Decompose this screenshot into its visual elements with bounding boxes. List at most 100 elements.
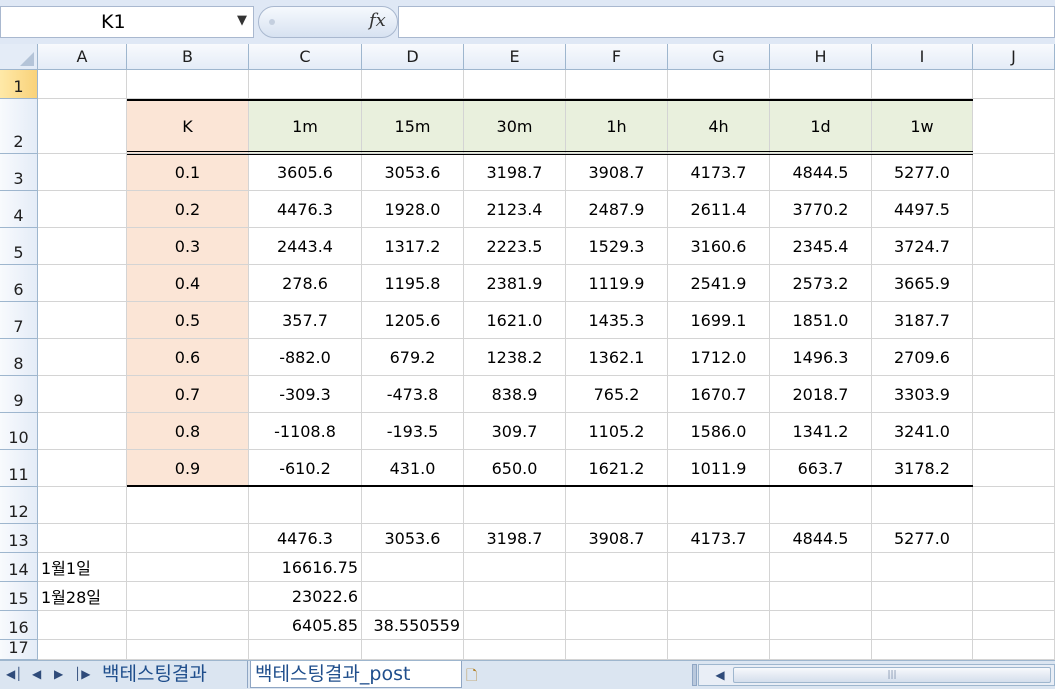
table-cell[interactable]: 3178.2: [872, 450, 973, 487]
table-cell[interactable]: 1205.6: [362, 302, 464, 339]
grid-cell[interactable]: [38, 265, 127, 302]
grid-cell[interactable]: [770, 553, 872, 582]
grid-cell[interactable]: [38, 640, 127, 660]
table-cell[interactable]: 2709.6: [872, 339, 973, 376]
max-value-cell[interactable]: 4844.5: [770, 524, 872, 553]
table-cell[interactable]: 679.2: [362, 339, 464, 376]
grid-cell[interactable]: [127, 582, 249, 611]
table-cell[interactable]: 1928.0: [362, 191, 464, 228]
grid-cell[interactable]: [973, 553, 1055, 582]
timeframe-header-cell[interactable]: 30m: [464, 99, 566, 154]
grid-cell[interactable]: [566, 611, 668, 640]
grid-cell[interactable]: [127, 70, 249, 99]
row-header[interactable]: 12: [0, 487, 38, 524]
table-cell[interactable]: 2611.4: [668, 191, 770, 228]
grid-cell[interactable]: [973, 99, 1055, 154]
grid-cell[interactable]: [668, 70, 770, 99]
grid-cell[interactable]: [127, 553, 249, 582]
scroll-left-icon[interactable]: ◀: [711, 665, 729, 685]
table-cell[interactable]: -610.2: [249, 450, 362, 487]
max-value-cell[interactable]: 4476.3: [249, 524, 362, 553]
grid-cell[interactable]: [249, 640, 362, 660]
grid-cell[interactable]: [464, 487, 566, 524]
column-header[interactable]: D: [362, 44, 464, 70]
table-cell[interactable]: 1496.3: [770, 339, 872, 376]
grid-cell[interactable]: [38, 413, 127, 450]
grid-cell[interactable]: [872, 553, 973, 582]
grid-cell[interactable]: [973, 70, 1055, 99]
grid-cell[interactable]: [362, 70, 464, 99]
column-header[interactable]: G: [668, 44, 770, 70]
grid-cell[interactable]: [973, 487, 1055, 524]
table-cell[interactable]: 3908.7: [566, 154, 668, 191]
table-cell[interactable]: 1621.0: [464, 302, 566, 339]
grid-cell[interactable]: [872, 487, 973, 524]
row-header[interactable]: 13: [0, 524, 38, 553]
row-header[interactable]: 8: [0, 339, 38, 376]
grid-cell[interactable]: [362, 553, 464, 582]
tab-split-handle[interactable]: [692, 664, 697, 686]
grid-cell[interactable]: [38, 450, 127, 487]
table-cell[interactable]: 2345.4: [770, 228, 872, 265]
grid-cell[interactable]: [38, 228, 127, 265]
grid-cell[interactable]: [770, 487, 872, 524]
row-header[interactable]: 11: [0, 450, 38, 487]
row-header[interactable]: 5: [0, 228, 38, 265]
table-cell[interactable]: -309.3: [249, 376, 362, 413]
grid-cell[interactable]: [464, 640, 566, 660]
grid-cell[interactable]: [566, 582, 668, 611]
grid-cell[interactable]: [973, 228, 1055, 265]
max-value-cell[interactable]: 3908.7: [566, 524, 668, 553]
k-value-cell[interactable]: 0.8: [127, 413, 249, 450]
grid-cell[interactable]: [668, 611, 770, 640]
max-value-cell[interactable]: 4173.7: [668, 524, 770, 553]
grid-cell[interactable]: [566, 487, 668, 524]
number-cell[interactable]: 38.550559: [362, 611, 464, 640]
table-cell[interactable]: 1341.2: [770, 413, 872, 450]
table-cell[interactable]: 2573.2: [770, 265, 872, 302]
grid-cell[interactable]: [668, 487, 770, 524]
table-cell[interactable]: -882.0: [249, 339, 362, 376]
grid-cell[interactable]: [127, 640, 249, 660]
table-cell[interactable]: -473.8: [362, 376, 464, 413]
table-cell[interactable]: 3303.9: [872, 376, 973, 413]
table-cell[interactable]: 1529.3: [566, 228, 668, 265]
table-cell[interactable]: 1621.2: [566, 450, 668, 487]
number-cell[interactable]: 16616.75: [249, 553, 362, 582]
grid-cell[interactable]: [668, 640, 770, 660]
table-cell[interactable]: 1105.2: [566, 413, 668, 450]
last-sheet-icon[interactable]: │▶: [74, 667, 90, 681]
max-value-cell[interactable]: 3053.6: [362, 524, 464, 553]
k-value-cell[interactable]: 0.5: [127, 302, 249, 339]
formula-input[interactable]: [398, 6, 1055, 38]
table-cell[interactable]: 5277.0: [872, 154, 973, 191]
k-value-cell[interactable]: 0.1: [127, 154, 249, 191]
table-cell[interactable]: -193.5: [362, 413, 464, 450]
k-value-cell[interactable]: 0.7: [127, 376, 249, 413]
grid-cell[interactable]: [464, 553, 566, 582]
column-header[interactable]: F: [566, 44, 668, 70]
table-cell[interactable]: 3187.7: [872, 302, 973, 339]
grid-cell[interactable]: [973, 640, 1055, 660]
grid-cell[interactable]: [464, 70, 566, 99]
grid-cell[interactable]: [249, 487, 362, 524]
table-cell[interactable]: 1119.9: [566, 265, 668, 302]
grid-cell[interactable]: [38, 524, 127, 553]
grid-cell[interactable]: [362, 640, 464, 660]
date-label-cell[interactable]: 1월28일: [38, 582, 127, 611]
table-cell[interactable]: 4476.3: [249, 191, 362, 228]
grid-cell[interactable]: [566, 70, 668, 99]
table-cell[interactable]: 4497.5: [872, 191, 973, 228]
grid-cell[interactable]: [973, 450, 1055, 487]
table-cell[interactable]: 838.9: [464, 376, 566, 413]
table-cell[interactable]: 3241.0: [872, 413, 973, 450]
grid-cell[interactable]: [770, 70, 872, 99]
column-header[interactable]: C: [249, 44, 362, 70]
name-box[interactable]: K1 ▼: [0, 6, 254, 38]
grid-cell[interactable]: [668, 553, 770, 582]
column-header[interactable]: A: [38, 44, 127, 70]
grid-cell[interactable]: [38, 70, 127, 99]
row-header[interactable]: 10: [0, 413, 38, 450]
table-cell[interactable]: 309.7: [464, 413, 566, 450]
row-header[interactable]: 17: [0, 638, 38, 660]
